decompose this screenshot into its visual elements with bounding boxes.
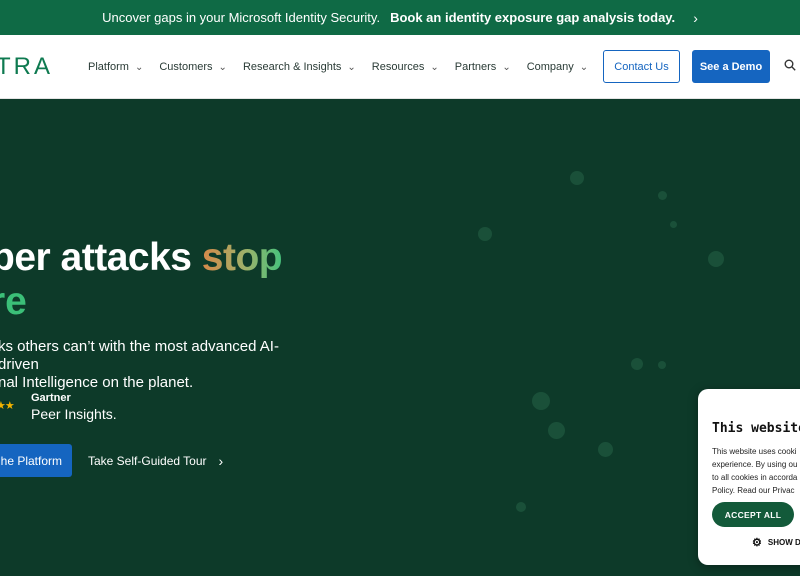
cookie-body-line: experience. By using ou [712, 460, 798, 469]
nav-item-label: Company [526, 61, 574, 73]
self-guided-tour-label: Take Self-Guided Tour [88, 453, 207, 468]
chevron-down-icon: ⌄ [502, 61, 511, 73]
decorative-dot [708, 251, 724, 267]
hero-subheading-line: ks others can’t with the most advanced A… [0, 338, 279, 373]
chevron-down-icon: ⌄ [218, 61, 227, 73]
hero-headline: ber attacks stop [0, 236, 283, 280]
nav-item-label: Platform [88, 61, 129, 73]
chevron-down-icon: ⌄ [134, 61, 144, 73]
cookie-body-line: to all cookies in accorda [712, 473, 798, 482]
chevron-down-icon: ⌄ [579, 61, 589, 73]
decorative-dot [548, 422, 565, 439]
hero-subheading: ks others can’t with the most advanced A… [0, 338, 318, 392]
show-details-button[interactable]: ⚙ SHOW D [752, 536, 800, 549]
decorative-dot [478, 227, 492, 241]
main-nav: TRA Platform ⌄ Customers ⌄ Research & In… [0, 35, 800, 99]
cookie-consent-panel: This website us This website uses cooki … [698, 389, 800, 565]
nav-menu: Platform ⌄ Customers ⌄ Research & Insigh… [88, 35, 604, 99]
accept-all-button[interactable]: ACCEPT ALL [712, 502, 794, 527]
logo[interactable]: TRA [0, 53, 53, 81]
chevron-down-icon: ⌄ [347, 61, 356, 73]
explore-platform-button[interactable]: he Platform [0, 444, 72, 477]
rating-stars-icon: ★★ [0, 400, 15, 412]
decorative-dot [570, 171, 584, 185]
hero-section: ber attacks stop re ks others can’t with… [0, 99, 800, 576]
show-details-label: SHOW D [767, 538, 800, 547]
decorative-dot [658, 361, 666, 369]
cookie-title: This website us [712, 421, 800, 436]
cookie-body-line: This website uses cooki [712, 447, 797, 456]
gartner-peer-insights-badge[interactable]: Gartner Peer Insights. [31, 392, 117, 422]
decorative-dot [658, 191, 667, 200]
gartner-label: Gartner [31, 392, 71, 404]
see-a-demo-button[interactable]: See a Demo [692, 50, 770, 83]
nav-item-customers[interactable]: Customers ⌄ [159, 61, 227, 73]
decorative-dot [598, 442, 613, 457]
announcement-cta[interactable]: Book an identity exposure gap analysis t… [390, 10, 675, 25]
nav-item-company[interactable]: Company ⌄ [527, 61, 588, 73]
nav-item-resources[interactable]: Resources ⌄ [372, 61, 439, 73]
hero-headline-line2: re [0, 280, 27, 323]
chevron-down-icon: ⌄ [430, 61, 439, 73]
contact-us-button[interactable]: Contact Us [603, 50, 680, 83]
peer-insights-label: Peer Insights. [31, 406, 117, 422]
decorative-dot [532, 392, 550, 410]
chevron-right-icon: › [693, 9, 698, 26]
decorative-dot [670, 221, 677, 228]
nav-item-label: Research & Insights [242, 61, 342, 73]
nav-item-label: Customers [159, 61, 213, 73]
nav-item-label: Resources [371, 61, 425, 73]
nav-item-research-insights[interactable]: Research & Insights ⌄ [243, 61, 356, 73]
decorative-dot [516, 502, 526, 512]
search-icon[interactable] [784, 59, 796, 71]
nav-item-label: Partners [454, 61, 497, 73]
announcement-text: Uncover gaps in your Microsoft Identity … [102, 10, 381, 25]
cookie-body-line: Policy. Read our Privac [712, 486, 795, 495]
nav-item-platform[interactable]: Platform ⌄ [88, 61, 143, 73]
hero-subheading-line: nal Intelligence on the planet. [0, 374, 194, 391]
nav-item-partners[interactable]: Partners ⌄ [455, 61, 511, 73]
cookie-body: This website uses cooki experience. By u… [712, 445, 800, 497]
hero-headline-text: ber attacks [0, 236, 202, 279]
decorative-dot [631, 358, 643, 370]
gear-icon: ⚙ [752, 537, 762, 549]
announcement-bar[interactable]: Uncover gaps in your Microsoft Identity … [0, 0, 800, 35]
self-guided-tour-link[interactable]: Take Self-Guided Tour › [88, 444, 223, 477]
hero-headline-accent: stop [201, 236, 283, 279]
chevron-right-icon: › [218, 452, 224, 469]
